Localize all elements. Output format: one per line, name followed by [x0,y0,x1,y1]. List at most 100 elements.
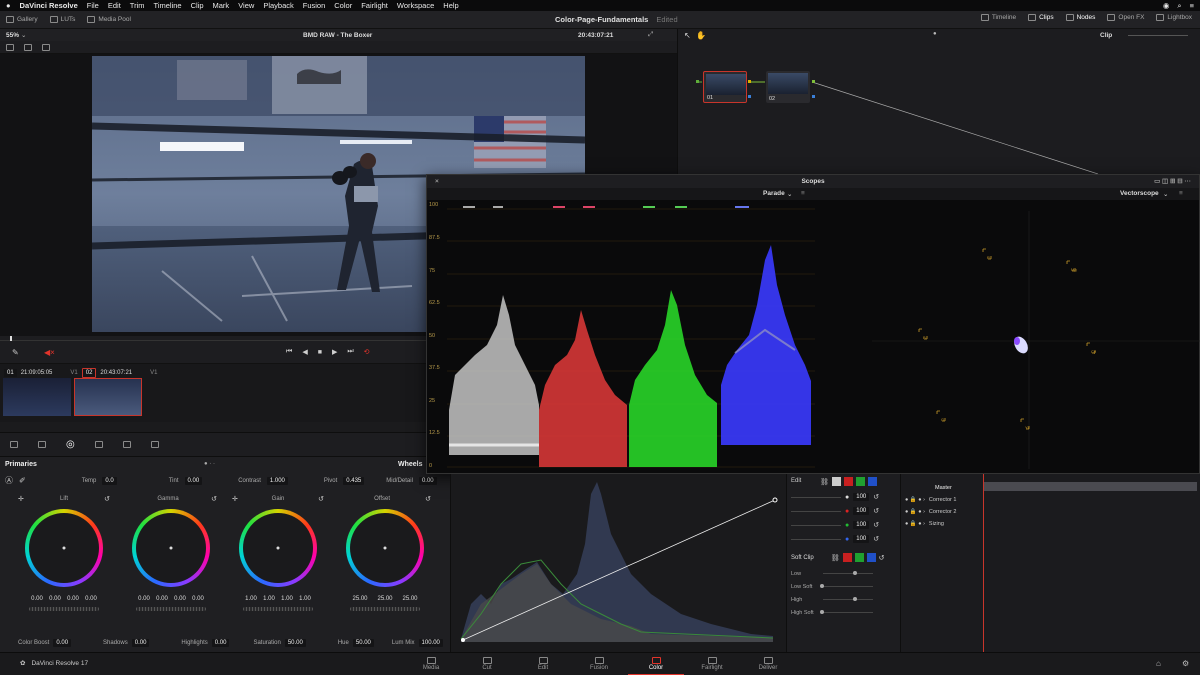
page-fusion[interactable]: Fusion [571,653,627,675]
soft-high-slider[interactable] [823,597,873,601]
loop-icon[interactable]: ⟲ [364,348,370,356]
tint-value[interactable]: 0.00 [184,476,203,485]
menu-mark[interactable]: Mark [213,1,230,10]
edit-channel-r[interactable] [843,477,853,486]
app-menu[interactable]: DaVinci Resolve [20,1,78,10]
highlights-value[interactable]: 0.00 [211,639,230,647]
zoom-chevron-icon[interactable]: ⌄ [21,31,26,39]
edit-g-value[interactable]: 100 [853,521,870,529]
page-dots[interactable]: ● · · [204,461,215,467]
page-cut[interactable]: Cut [459,653,515,675]
keyframe-track-corrector-1[interactable]: ● 🔒 ● › Corrector 1 [905,494,985,506]
lightbox-button[interactable]: Lightbox [1156,14,1192,21]
edit-b-value[interactable]: 100 [853,535,870,543]
keyframe-track-master[interactable]: Master [905,482,985,494]
offset-reset-icon[interactable]: ↺ [425,495,431,503]
reverse-play-icon[interactable]: ◀ [302,348,307,356]
gain-g-value[interactable]: 1.00 [280,596,295,602]
menu-color[interactable]: Color [334,1,352,10]
pivot-value[interactable]: 0.435 [343,476,365,485]
menu-fairlight[interactable]: Fairlight [361,1,388,10]
lift-b-value[interactable]: 0.00 [84,596,99,602]
scopes-title-bar[interactable]: × Scopes ▭ ◫ ⊞ ⊟ ··· [427,175,1199,188]
soft-clip-link-icon[interactable]: ⛓ [831,554,840,562]
stop-icon[interactable]: ■ [318,349,322,356]
edit-r-reset-icon[interactable]: ↺ [873,507,879,515]
hdr-icon[interactable] [94,441,103,448]
soft-clip-channel-r[interactable] [842,553,852,562]
control-center-icon[interactable]: ≡ [1190,1,1194,10]
parade-settings-icon[interactable]: ≡ [801,190,805,197]
gain-b-value[interactable]: 1.00 [298,596,313,602]
edit-channel-y[interactable] [831,477,841,486]
offset-master-slider[interactable] [350,607,420,611]
lift-wheel[interactable] [25,509,103,587]
keyframe-track-corrector-2[interactable]: ● 🔒 ● › Corrector 2 [905,506,985,518]
split-screen-icon[interactable] [24,43,32,51]
scopes-window[interactable]: × Scopes ▭ ◫ ⊞ ⊟ ··· Parade ⌄ ≡ Vectorsc… [426,174,1200,474]
color-match-icon[interactable] [38,441,46,448]
soft-low-soft-slider[interactable] [820,584,873,588]
contrast-value[interactable]: 1.000 [266,476,288,485]
edit-channel-g[interactable] [855,477,865,486]
mid-detail-value[interactable]: 0.00 [418,476,437,485]
rgb-mixer-icon[interactable] [122,441,131,448]
gain-master-slider[interactable] [243,607,313,611]
play-icon[interactable]: ▶ [332,348,337,356]
curves-panel[interactable] [450,474,786,652]
soft-low-slider[interactable] [823,571,873,575]
color-wheels-icon[interactable]: ◎ [66,439,75,450]
keyframe-track-sizing[interactable]: ● 🔒 ● › Sizing [905,518,985,530]
menu-workspace[interactable]: Workspace [397,1,434,10]
gamma-master-slider[interactable] [136,607,206,611]
menu-clip[interactable]: Clip [191,1,204,10]
soft-clip-channel-g[interactable] [854,553,864,562]
node-editor[interactable]: ↖ ✋ ● Clip 01 02 [677,29,1200,174]
lift-g-value[interactable]: 0.00 [66,596,81,602]
scopes-layout-icons[interactable]: ▭ ◫ ⊞ ⊟ ··· [1154,175,1191,188]
gain-reset-icon[interactable]: ↺ [318,495,324,503]
lift-master-slider[interactable] [29,607,99,611]
menu-playback[interactable]: Playback [263,1,293,10]
highlight-icon[interactable] [42,43,50,51]
soft-clip-reset-icon[interactable]: ↺ [879,554,885,562]
auto-balance-icon[interactable]: Ⓐ [5,475,13,486]
menu-file[interactable]: File [87,1,99,10]
gain-r-value[interactable]: 1.00 [262,596,277,602]
open-fx-button[interactable]: Open FX [1107,14,1144,21]
color-boost-value[interactable]: 0.00 [53,639,72,647]
wifi-icon[interactable]: ◉ [1163,1,1170,10]
gallery-button[interactable]: Gallery [6,16,38,23]
soft-clip-channel-b[interactable] [866,553,876,562]
lift-reset-icon[interactable]: ↺ [104,495,110,503]
menu-timeline[interactable]: Timeline [154,1,182,10]
page-deliver[interactable]: Deliver [740,653,796,675]
gain-picker-icon[interactable]: ✛ [232,495,238,503]
motion-effects-icon[interactable] [150,441,159,448]
page-edit[interactable]: Edit [515,653,571,675]
page-color[interactable]: Color [628,653,684,675]
gamma-g-value[interactable]: 0.00 [173,596,188,602]
gamma-b-value[interactable]: 0.00 [191,596,206,602]
edit-y-reset-icon[interactable]: ↺ [873,493,879,501]
image-wipe-icon[interactable] [6,43,14,51]
edit-channel-b[interactable] [867,477,877,486]
scopes-close-icon[interactable]: × [435,175,439,188]
clips-button[interactable]: Clips [1028,14,1054,21]
search-icon[interactable]: ⌕ [1177,1,1181,11]
shadows-value[interactable]: 0.00 [131,639,150,647]
nodes-button[interactable]: Nodes [1065,14,1095,21]
soft-high-soft-slider[interactable] [820,610,873,614]
saturation-value[interactable]: 50.00 [284,639,306,647]
settings-gear-icon[interactable]: ⚙ [1182,659,1189,668]
parade-chevron-icon[interactable]: ⌄ [787,190,792,198]
lift-picker-icon[interactable]: ✛ [18,495,24,503]
audio-mute-icon[interactable]: ◀× [44,348,55,357]
offset-g-value[interactable]: 25.00 [374,596,396,602]
lift-y-value[interactable]: 0.00 [30,596,45,602]
hue-value[interactable]: 50.00 [352,639,374,647]
clip-thumbnail-01[interactable] [3,378,71,416]
vectorscope-chevron-icon[interactable]: ⌄ [1163,190,1168,198]
playhead[interactable] [10,336,12,341]
temp-value[interactable]: 0.0 [102,476,117,485]
